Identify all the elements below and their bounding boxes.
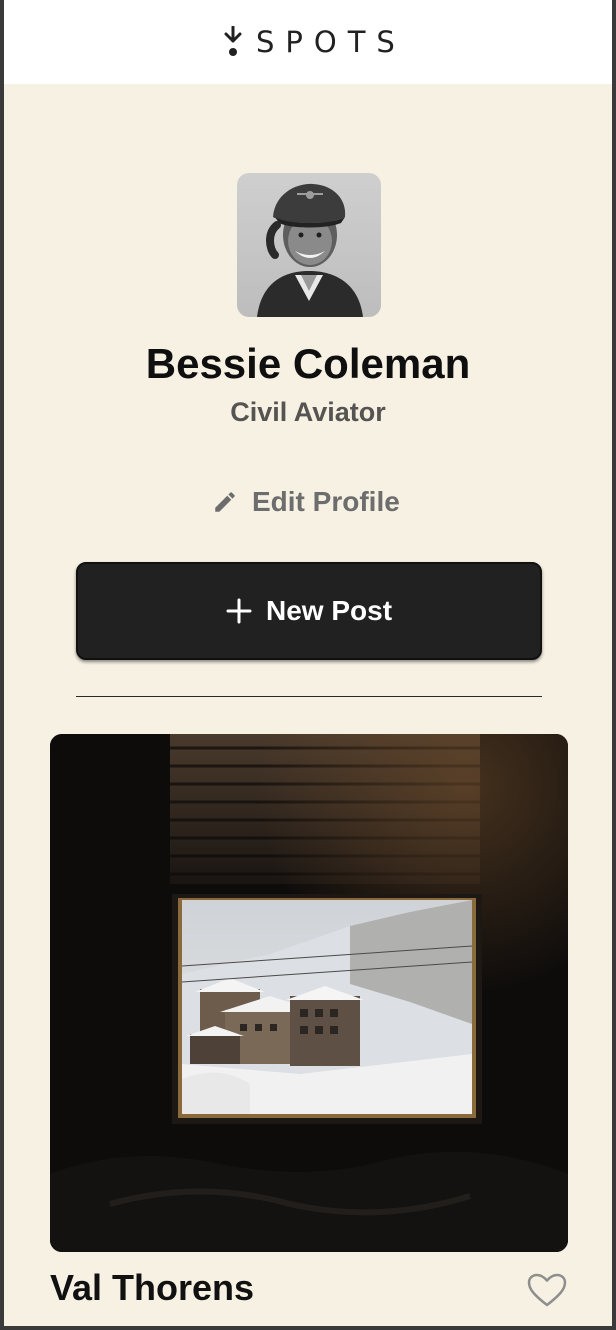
logo-text: SPOTS bbox=[256, 25, 406, 59]
page: SPOTS Bessie Coleman Civil Aviator Edit … bbox=[4, 0, 612, 1326]
new-post-button[interactable]: New Post bbox=[76, 562, 542, 660]
spots-logo-icon bbox=[224, 26, 242, 56]
profile-description: Civil Aviator bbox=[230, 397, 386, 427]
logo[interactable]: SPOTS bbox=[222, 22, 406, 62]
header: SPOTS bbox=[4, 0, 612, 84]
card-title: Val Thorens bbox=[50, 1267, 255, 1308]
card-image[interactable] bbox=[50, 734, 568, 1252]
profile-name: Bessie Coleman bbox=[145, 340, 471, 387]
avatar bbox=[237, 173, 381, 317]
heart-outline-icon[interactable] bbox=[526, 1272, 568, 1308]
edit-profile-label: Edit Profile bbox=[252, 486, 400, 517]
pencil-icon bbox=[215, 492, 235, 512]
plus-icon bbox=[226, 598, 252, 624]
divider bbox=[76, 696, 542, 697]
edit-profile-button[interactable]: Edit Profile bbox=[212, 482, 400, 522]
new-post-label: New Post bbox=[265, 595, 393, 626]
